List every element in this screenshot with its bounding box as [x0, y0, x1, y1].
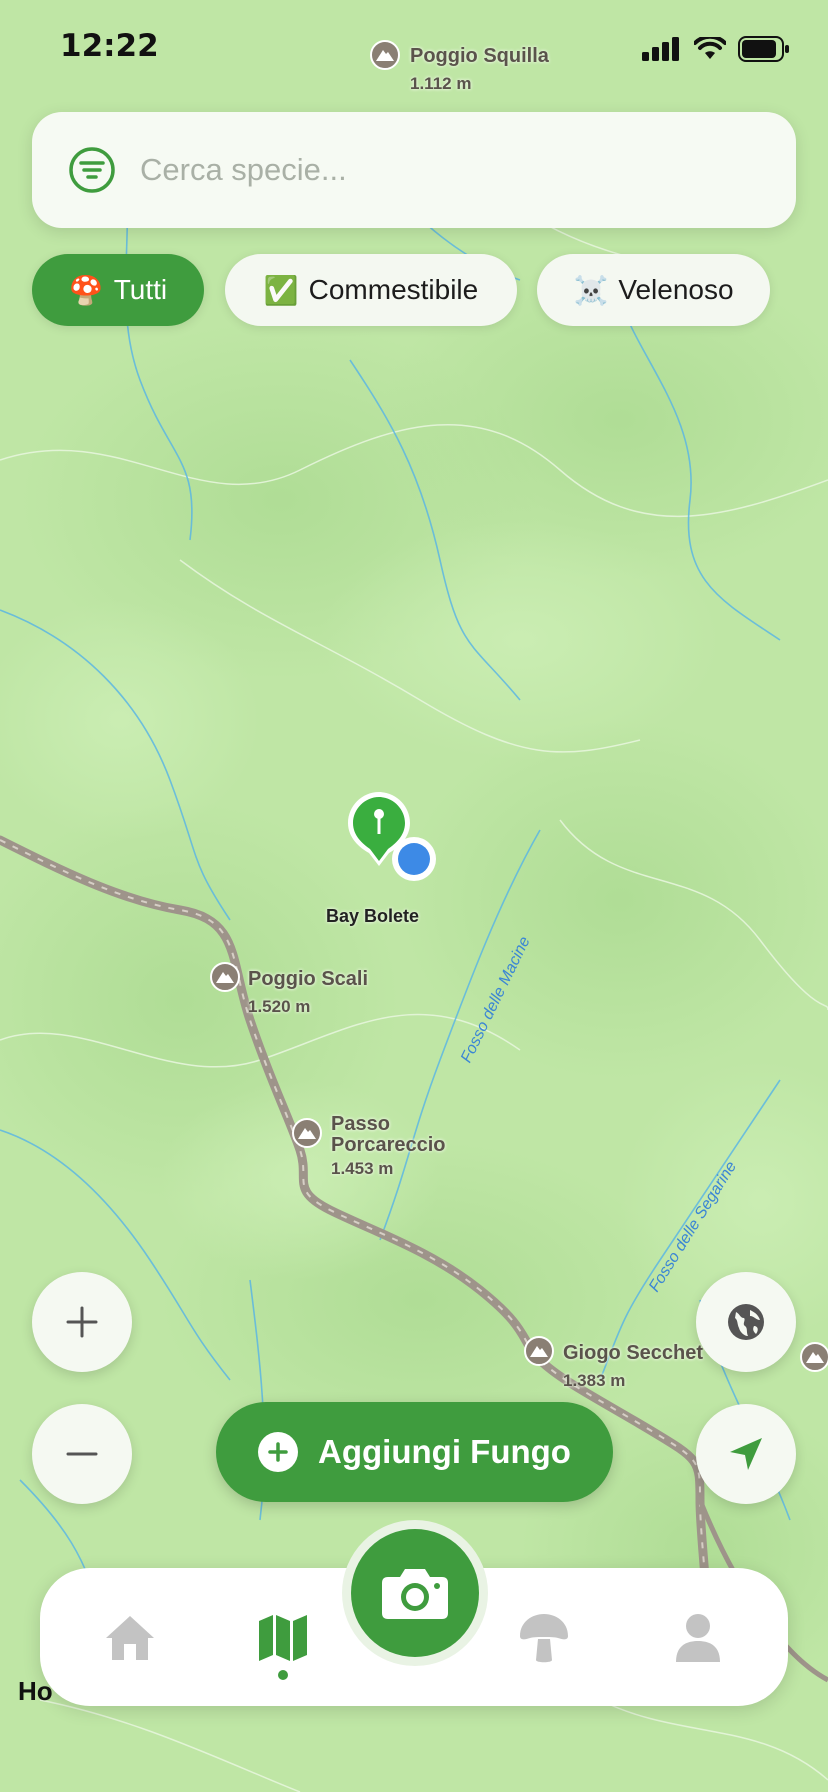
active-tab-indicator — [278, 1670, 288, 1680]
zoom-out-button[interactable] — [32, 1404, 132, 1504]
mushroom-icon — [520, 1614, 568, 1663]
chip-poisonous[interactable]: ☠️ Velenoso — [537, 254, 770, 326]
peak-elevation: 1.453 m — [331, 1159, 394, 1178]
battery-icon — [738, 36, 789, 62]
status-icons — [642, 36, 790, 62]
plus-icon — [66, 1306, 98, 1338]
wifi-icon — [694, 37, 726, 59]
peak-name: Giogo Secchet — [563, 1342, 704, 1364]
tab-profile[interactable] — [668, 1608, 728, 1668]
mushroom-emoji-icon: 🍄 — [68, 274, 104, 306]
poi-label[interactable]: Bay Bolete — [326, 906, 419, 927]
tab-map[interactable] — [253, 1608, 313, 1668]
camera-button[interactable] — [351, 1529, 479, 1657]
tab-species[interactable] — [514, 1608, 574, 1668]
peak-name: Porcareccio — [331, 1134, 446, 1156]
chip-label: Velenoso — [618, 274, 734, 305]
chip-label: Tutti — [113, 274, 168, 305]
peak-name: Poggio Squilla — [410, 45, 549, 67]
peak-elevation: 1.112 m — [410, 74, 472, 93]
peak-name: Passo — [331, 1113, 390, 1135]
mountain-peak-icon — [800, 1342, 828, 1372]
map-style-button[interactable] — [696, 1272, 796, 1372]
status-time: 12:22 — [60, 28, 159, 64]
filter-icon[interactable] — [68, 146, 116, 194]
camera-button-ring — [342, 1520, 488, 1666]
zoom-in-button[interactable] — [32, 1272, 132, 1372]
filter-chips: 🍄 Tutti ✅ Commestibile ☠️ Velenoso — [0, 254, 828, 326]
cellular-signal-icon — [642, 37, 679, 61]
chip-label: Commestibile — [308, 274, 479, 305]
search-bar[interactable]: Cerca specie... — [32, 112, 796, 228]
chip-edible[interactable]: ✅ Commestibile — [225, 254, 517, 326]
home-icon — [106, 1616, 154, 1660]
locate-me-button[interactable] — [696, 1404, 796, 1504]
mountain-peak-icon — [292, 1118, 322, 1148]
chip-all[interactable]: 🍄 Tutti — [32, 254, 204, 326]
mountain-peak-icon — [210, 962, 240, 992]
location-arrow-icon — [730, 1438, 762, 1470]
camera-icon — [382, 1569, 448, 1619]
tab-home[interactable] — [100, 1608, 160, 1668]
check-emoji-icon: ✅ — [263, 274, 299, 306]
globe-icon — [728, 1304, 764, 1340]
minus-icon — [66, 1452, 98, 1456]
add-mushroom-button[interactable]: Aggiungi Fungo — [216, 1402, 613, 1502]
map-icon — [259, 1615, 307, 1661]
peak-elevation: 1.520 m — [248, 997, 311, 1016]
peak-name: Poggio Scali — [248, 968, 369, 990]
peak-elevation: 1.383 m — [563, 1371, 626, 1390]
profile-icon — [676, 1614, 720, 1662]
skull-emoji-icon: ☠️ — [573, 274, 609, 306]
mountain-peak-icon — [370, 40, 400, 70]
mountain-peak-icon — [524, 1336, 554, 1366]
plus-circle-icon — [258, 1432, 299, 1472]
search-input[interactable]: Cerca specie... — [140, 152, 347, 188]
add-mushroom-label: Aggiungi Fungo — [318, 1433, 571, 1470]
